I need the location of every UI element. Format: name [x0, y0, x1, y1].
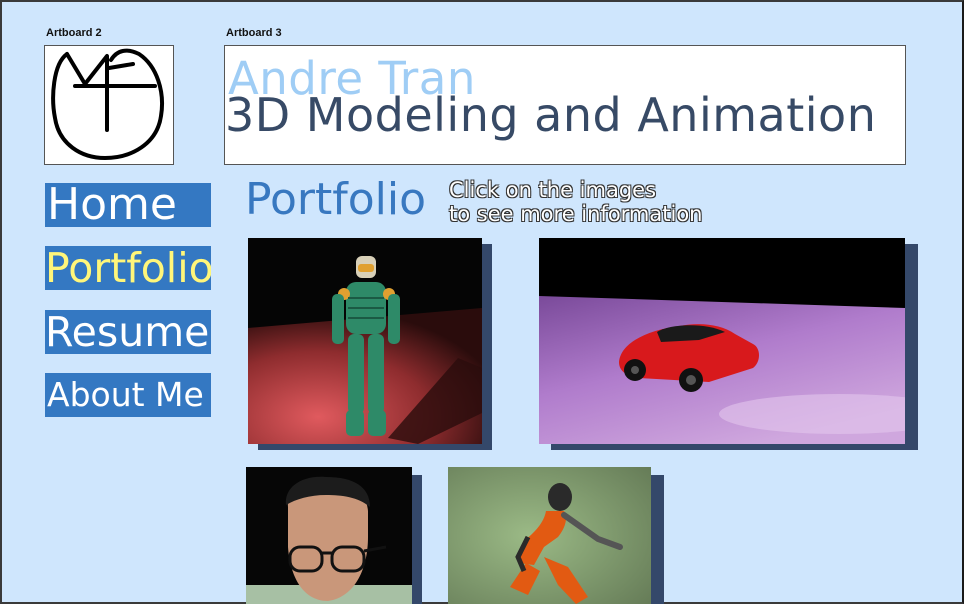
artist-subtitle: 3D Modeling and Animation — [225, 88, 877, 142]
nav-resume-button[interactable]: Resume — [45, 310, 211, 354]
instruction-line-1: Click on the images — [449, 178, 657, 202]
portfolio-thumb-robot[interactable] — [248, 238, 492, 450]
robot-character-image — [248, 238, 482, 444]
nav-home-button[interactable]: Home — [45, 183, 211, 227]
red-car-image — [539, 238, 905, 444]
artboard-label-left: Artboard 2 — [46, 27, 102, 39]
portfolio-thumb-car[interactable] — [539, 238, 918, 450]
section-title: Portfolio — [245, 174, 427, 225]
face-with-glasses-image — [246, 467, 412, 604]
orange-jumpsuit-character-image — [448, 467, 651, 604]
instruction-text: Click on the images to see more informat… — [449, 178, 703, 226]
logo-box[interactable] — [44, 45, 174, 165]
portfolio-thumb-orange-character[interactable] — [448, 467, 664, 604]
header-banner: Andre Tran 3D Modeling and Animation — [224, 45, 906, 165]
at-monogram-logo — [51, 48, 164, 161]
artboard-label-right: Artboard 3 — [226, 27, 282, 39]
instruction-line-2: to see more information — [449, 202, 703, 226]
nav-about-button[interactable]: About Me — [45, 373, 211, 417]
nav-portfolio-button[interactable]: Portfolio — [45, 246, 211, 290]
portfolio-thumb-face[interactable] — [246, 467, 422, 604]
